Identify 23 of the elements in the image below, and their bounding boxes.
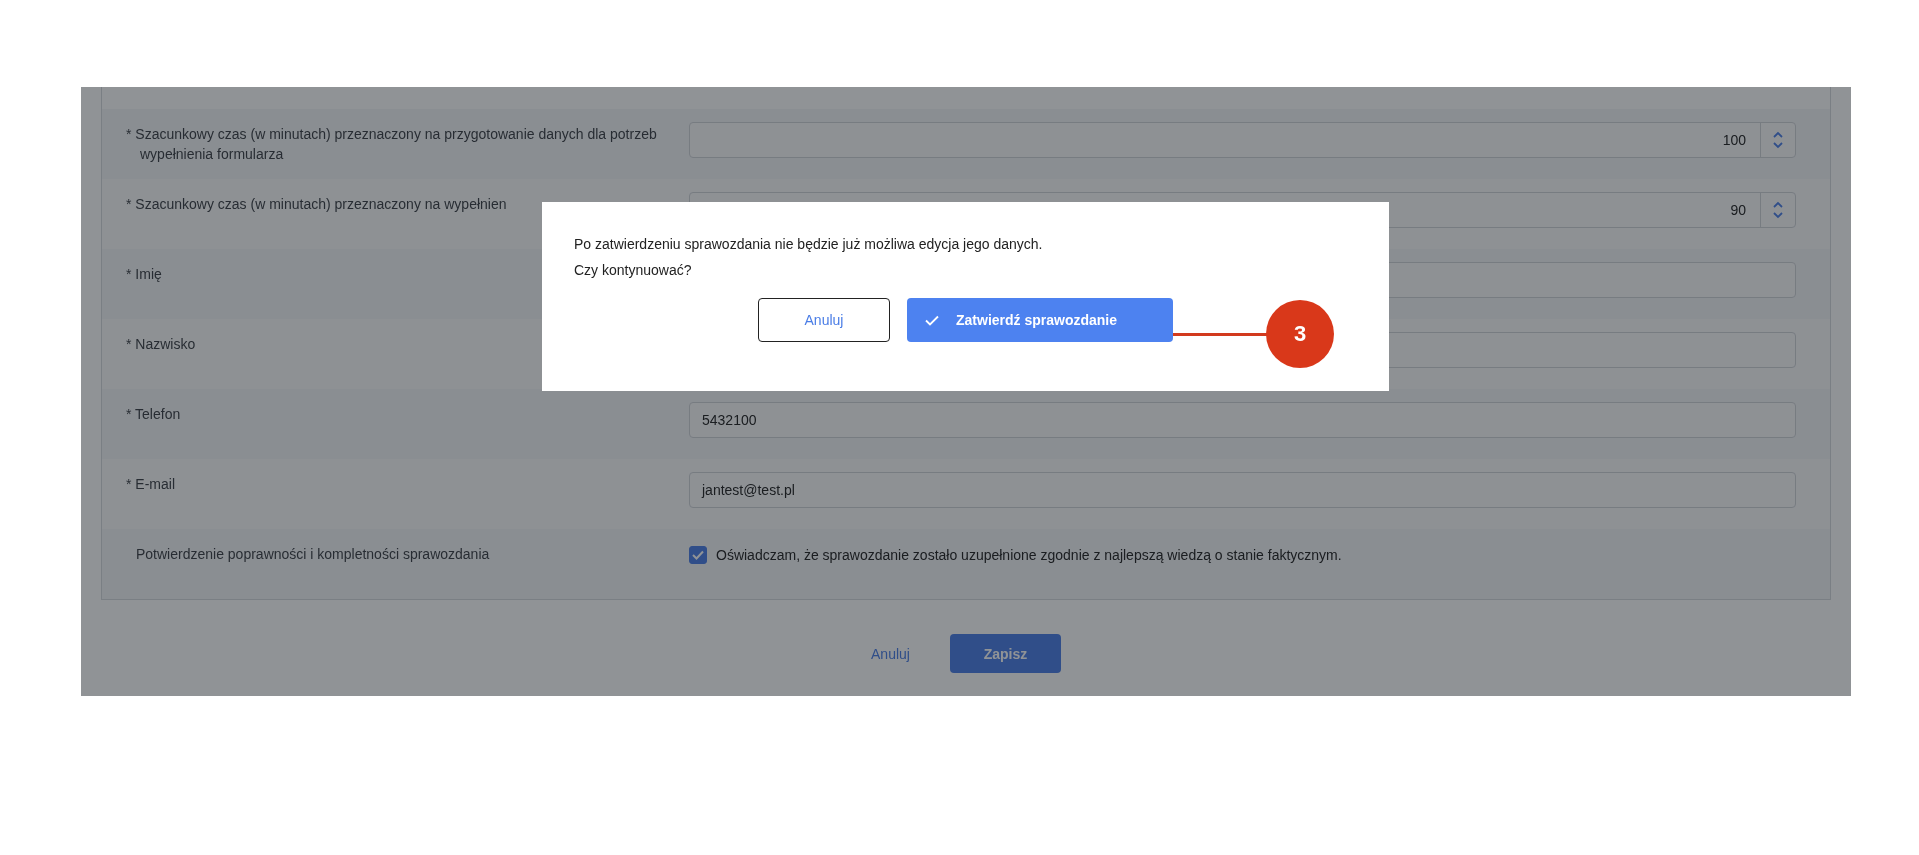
checkbox-label: Oświadczam, że sprawozdanie zostało uzupełnione zgodnie z najlepszą wiedzą o stanie faktycznym.	[716, 547, 1342, 563]
field-label: * Telefon	[126, 405, 182, 424]
field-label: * Nazwisko	[126, 335, 197, 354]
field-label: * E-mail	[126, 475, 175, 494]
field-value: 90	[1730, 202, 1747, 218]
checkbox[interactable]	[689, 546, 707, 564]
number-field[interactable]: 100	[689, 122, 1796, 158]
field-label: * Szacunkowy czas (w minutach) przeznaczony na przygotowanie danych dla potrzeb wypełnienia formularza	[126, 125, 658, 164]
check-icon	[692, 550, 704, 560]
input-field[interactable]: jantest@test.pl	[689, 472, 1796, 508]
save-button[interactable]: Zapisz	[949, 634, 1061, 673]
cancel-link[interactable]: Anuluj	[871, 645, 910, 662]
check-icon	[925, 314, 939, 326]
field-value: 100	[1722, 132, 1747, 148]
field-label: Potwierdzenie poprawności i kompletności sprawozdania	[135, 545, 490, 564]
input-field[interactable]: 5432100	[689, 402, 1796, 438]
field-label: * Szacunkowy czas (w minutach) przeznaczony na wypełnien	[126, 195, 507, 214]
spinner-icon[interactable]	[1772, 200, 1784, 220]
confirm-button[interactable]: Zatwierdź sprawozdanie	[907, 298, 1173, 342]
dialog-message: Po zatwierdzeniu sprawozdania nie będzie już możliwa edycja jego danych. Czy kontynuować?	[574, 235, 1044, 280]
field-label: * Imię	[126, 265, 163, 284]
spinner-icon[interactable]	[1772, 130, 1784, 150]
cancel-button[interactable]: Anuluj	[758, 298, 890, 342]
